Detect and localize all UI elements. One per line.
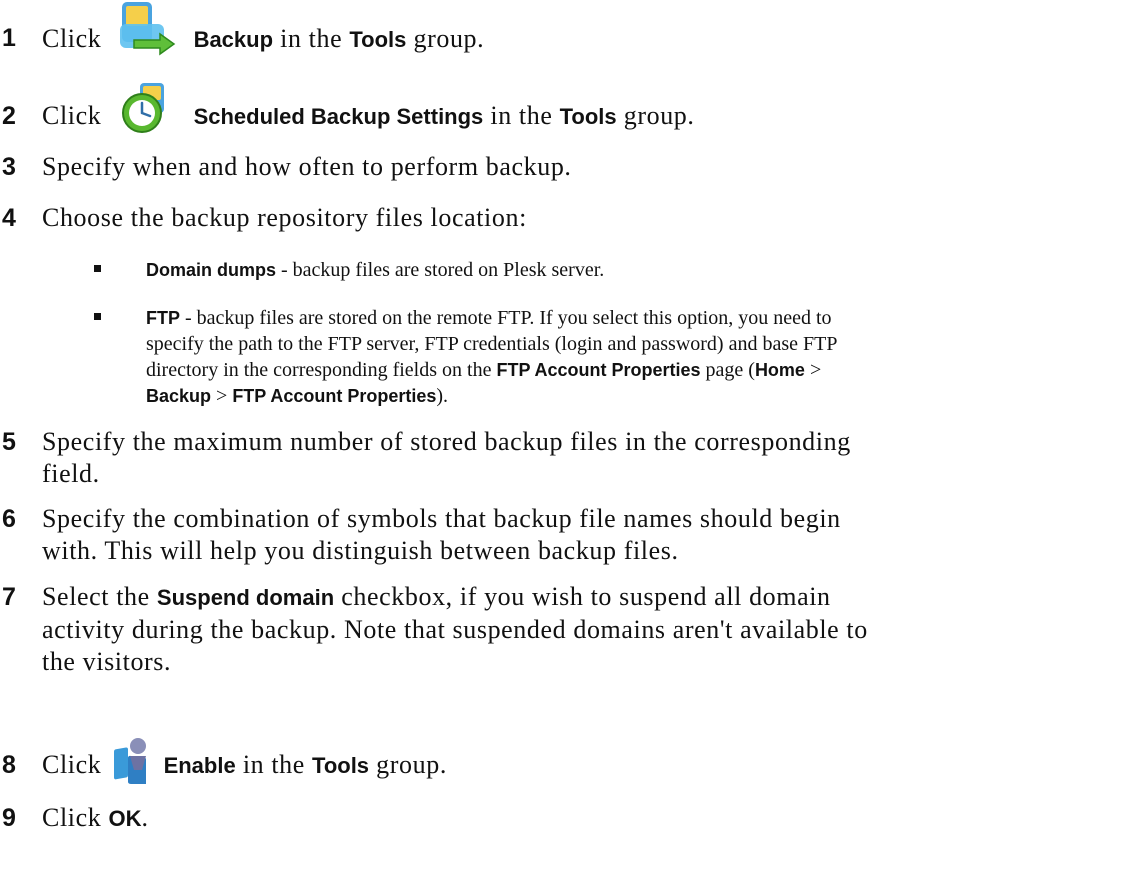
step-text: Specify when and how often to perform ba… bbox=[42, 152, 572, 181]
scheduled-backup-icon bbox=[122, 83, 165, 133]
step-text: Click bbox=[42, 24, 102, 53]
step-ui-label: Scheduled Backup Settings bbox=[193, 104, 484, 129]
step-ui-label: Enable bbox=[163, 753, 236, 778]
enable-icon bbox=[114, 738, 147, 784]
step-text: Choose the backup repository files locat… bbox=[42, 203, 527, 232]
step-ui-label: Backup bbox=[193, 27, 274, 52]
step-number: 2 bbox=[2, 102, 16, 130]
bullet-marker bbox=[94, 265, 101, 272]
step-ui-label: OK bbox=[108, 806, 142, 831]
step-number: 1 bbox=[2, 24, 16, 52]
bullet-marker bbox=[94, 313, 101, 320]
backup-icon bbox=[120, 2, 176, 56]
